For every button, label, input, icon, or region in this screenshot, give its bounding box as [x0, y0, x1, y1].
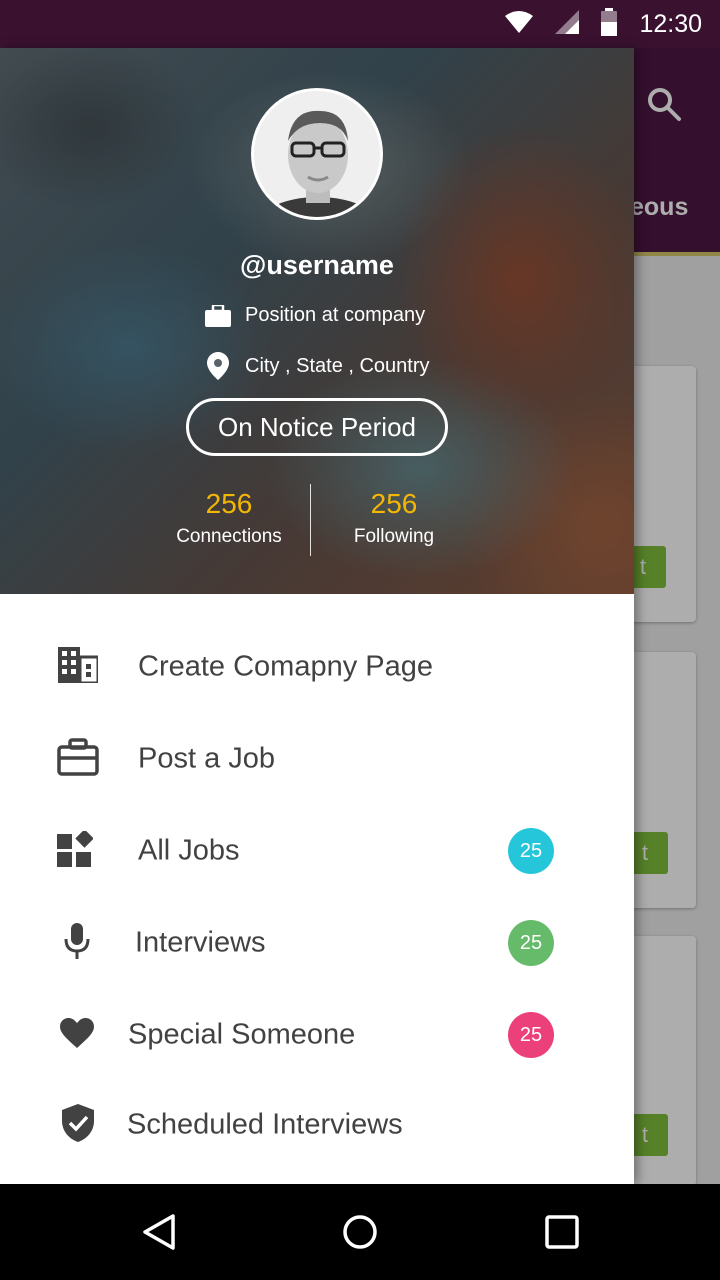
location-text: City , State , Country — [245, 354, 430, 377]
wifi-icon — [505, 11, 534, 37]
status-bar: 12:30 — [0, 0, 720, 48]
menu-item-label: Post a Job — [138, 742, 276, 775]
notice-period-button[interactable]: On Notice Period — [186, 398, 448, 456]
count-badge: 25 — [508, 1012, 554, 1058]
following-count: 256 — [370, 488, 418, 519]
briefcase-outline-icon — [57, 738, 99, 780]
heart-icon — [60, 1018, 94, 1052]
navigation-drawer: @username Position at company City , Sta… — [0, 48, 634, 1184]
username: @username — [240, 250, 394, 280]
stats-divider — [310, 484, 311, 556]
menu-item-label: Create Comapny Page — [138, 650, 433, 683]
connections-count: 256 — [205, 488, 253, 519]
home-icon[interactable] — [336, 1208, 384, 1256]
clock: 12:30 — [639, 9, 702, 38]
building-icon — [58, 647, 100, 687]
menu-item-create-company-page[interactable]: Create Comapny Page — [0, 621, 634, 713]
avatar[interactable] — [251, 88, 383, 220]
battery-icon — [601, 8, 618, 40]
menu-item-interviews[interactable]: Interviews 25 — [0, 897, 634, 989]
mic-icon — [64, 923, 90, 963]
system-navigation-bar — [0, 1184, 720, 1280]
position-text: Position at company — [245, 304, 426, 326]
menu-item-all-jobs[interactable]: All Jobs 25 — [0, 805, 634, 897]
back-icon[interactable] — [135, 1208, 183, 1256]
connections-stat[interactable]: 256 Connections — [149, 488, 309, 548]
menu-item-label: Interviews — [135, 926, 266, 959]
count-badge: 25 — [508, 828, 554, 874]
cellular-signal-icon — [555, 10, 580, 38]
menu-item-label: Special Someone — [128, 1018, 356, 1051]
following-stat[interactable]: 256 Following — [314, 488, 474, 548]
count-badge: 25 — [508, 920, 554, 966]
menu-item-label: All Jobs — [138, 834, 240, 867]
menu-item-scheduled-interviews[interactable]: Scheduled Interviews — [0, 1079, 634, 1171]
widgets-icon — [57, 829, 94, 871]
menu-item-special-someone[interactable]: Special Someone 25 — [0, 989, 634, 1081]
shield-check-icon — [62, 1104, 94, 1146]
menu-item-post-a-job[interactable]: Post a Job — [0, 713, 634, 805]
recents-icon[interactable] — [538, 1208, 586, 1256]
drawer-header: @username Position at company City , Sta… — [0, 48, 634, 594]
position-row: Position at company — [205, 304, 425, 327]
following-label: Following — [353, 526, 435, 547]
menu-item-label: Scheduled Interviews — [127, 1108, 403, 1141]
location-pin-icon — [205, 352, 231, 380]
briefcase-icon — [205, 304, 231, 327]
location-row: City , State , Country — [205, 352, 430, 380]
connections-label: Connections — [176, 526, 282, 547]
